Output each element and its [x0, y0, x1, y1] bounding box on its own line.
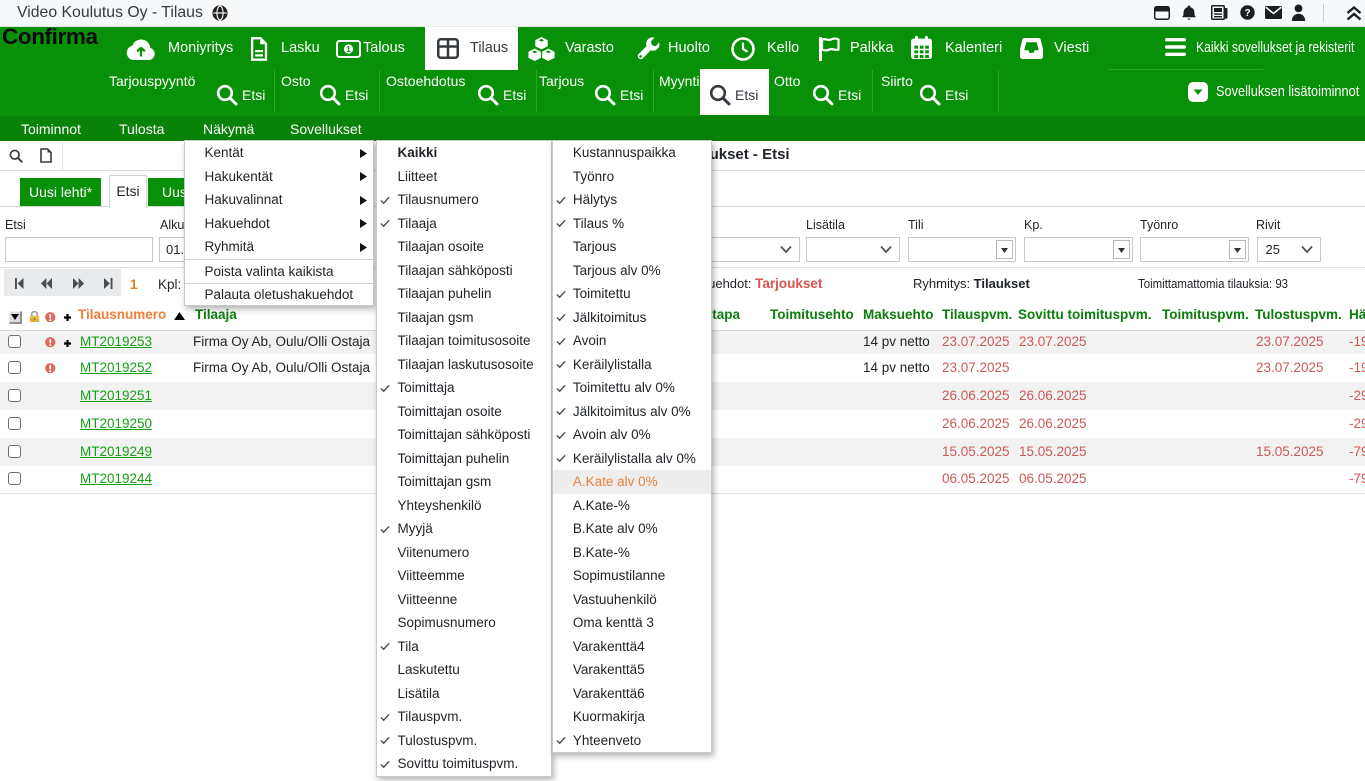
- svg-text:?: ?: [1244, 8, 1250, 19]
- svg-text:1: 1: [346, 44, 351, 54]
